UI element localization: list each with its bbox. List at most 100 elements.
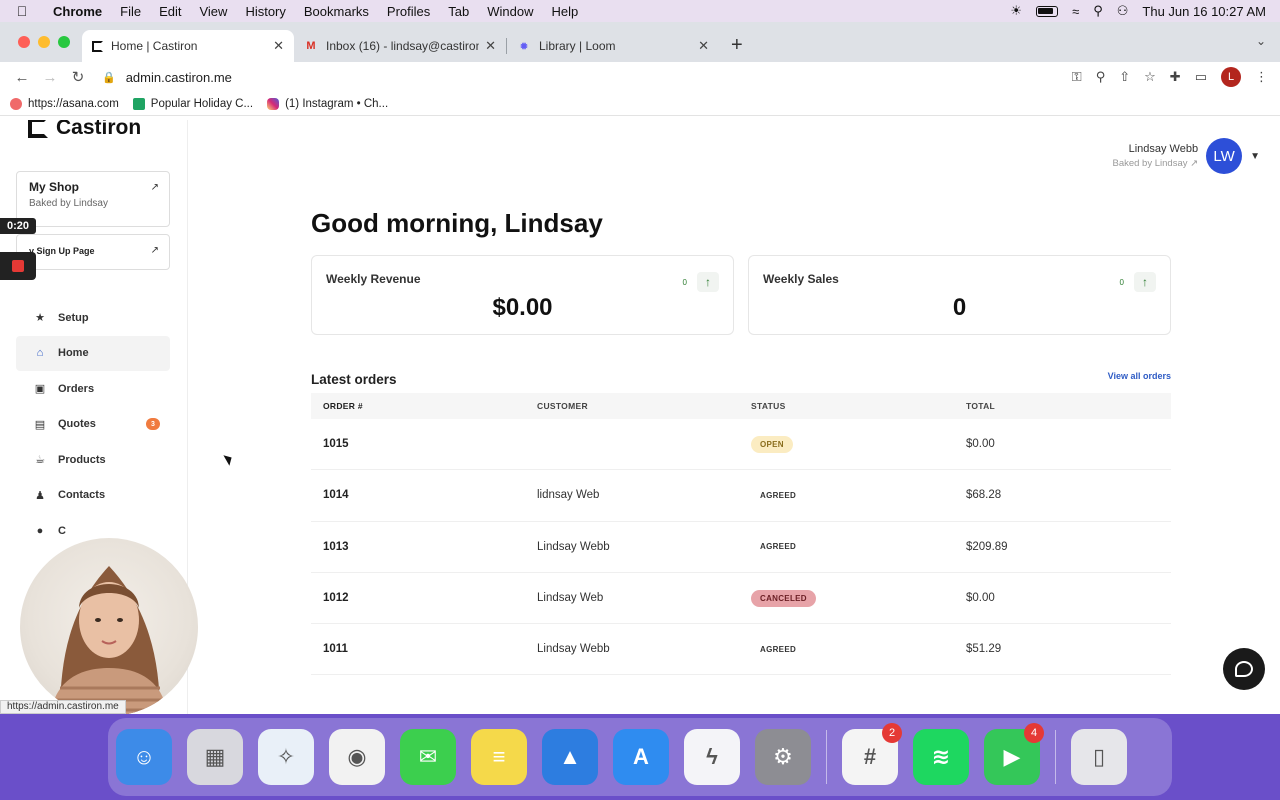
menu-tab[interactable]: Tab bbox=[439, 4, 478, 19]
view-all-orders-link[interactable]: View all orders bbox=[1108, 371, 1171, 381]
app-store-icon[interactable]: A bbox=[613, 729, 669, 785]
forward-button[interactable]: → bbox=[36, 69, 64, 86]
close-tab-icon[interactable]: ✕ bbox=[485, 38, 496, 54]
sidebar-item-setup[interactable]: ★ Setup bbox=[16, 300, 170, 336]
arrow-up-icon: ↑ bbox=[697, 272, 719, 292]
control-center-icon[interactable]: ⚇ bbox=[1117, 3, 1129, 19]
bookmark-holiday[interactable]: Popular Holiday C... bbox=[132, 97, 254, 110]
table-row[interactable]: 1012 Lindsay Web CANCELED $0.00 bbox=[311, 573, 1171, 625]
browser-tab-castiron[interactable]: Home | Castiron ✕ bbox=[82, 30, 294, 62]
external-link-icon: ↗ bbox=[150, 245, 159, 256]
brand-logo[interactable]: Castiron bbox=[28, 120, 141, 140]
slack-icon[interactable]: #2 bbox=[842, 723, 902, 785]
stop-icon bbox=[12, 260, 24, 272]
menu-edit[interactable]: Edit bbox=[150, 4, 190, 19]
column-header-order[interactable]: ORDER # bbox=[311, 401, 526, 411]
support-chat-button[interactable] bbox=[1223, 648, 1265, 690]
page-title: Good morning, Lindsay bbox=[311, 208, 603, 238]
zoom-icon[interactable]: ⚲ bbox=[1096, 69, 1106, 85]
profile-avatar[interactable]: L bbox=[1221, 67, 1241, 87]
sidebar-item-quotes[interactable]: ▤ Quotes 3 bbox=[16, 407, 170, 443]
web-page: Castiron My Shop Baked by Lindsay ↗ y Si… bbox=[0, 120, 1280, 714]
side-panel-icon[interactable]: ▭ bbox=[1195, 69, 1207, 85]
extensions-icon[interactable]: ✚ bbox=[1170, 69, 1181, 85]
column-header-status[interactable]: STATUS bbox=[741, 401, 956, 411]
stop-recording-button[interactable] bbox=[0, 252, 36, 280]
notification-badge: 4 bbox=[1024, 723, 1044, 743]
my-shop-card[interactable]: My Shop Baked by Lindsay ↗ bbox=[16, 171, 170, 227]
user-menu[interactable]: Lindsay Webb Baked by Lindsay ↗ LW ▼ bbox=[1112, 138, 1260, 174]
share-icon[interactable]: ⇧ bbox=[1119, 69, 1130, 85]
keynote-icon[interactable]: ▲ bbox=[542, 729, 598, 785]
signup-page-label: y Sign Up Page bbox=[29, 246, 95, 256]
menu-window[interactable]: Window bbox=[478, 4, 542, 19]
new-tab-button[interactable]: + bbox=[719, 30, 755, 62]
minimize-window-button[interactable] bbox=[38, 36, 50, 48]
zoom-window-button[interactable] bbox=[58, 36, 70, 48]
close-window-button[interactable] bbox=[18, 36, 30, 48]
column-header-customer[interactable]: CUSTOMER bbox=[526, 401, 741, 411]
chrome-icon[interactable]: ◉ bbox=[329, 729, 385, 785]
castiron-icon bbox=[92, 40, 103, 52]
password-key-icon[interactable]: ⚿ bbox=[1072, 69, 1082, 85]
sidebar-item-products[interactable]: ☕ Products bbox=[16, 442, 170, 478]
apple-menu-icon[interactable]:  bbox=[0, 3, 44, 19]
reload-button[interactable]: ↻ bbox=[64, 68, 92, 86]
notes-icon[interactable]: ≡ bbox=[471, 729, 527, 785]
menu-history[interactable]: History bbox=[236, 4, 294, 19]
safari-icon[interactable]: ✧ bbox=[258, 729, 314, 785]
signup-page-card[interactable]: y Sign Up Page ↗ bbox=[16, 234, 170, 270]
spotlight-search-icon[interactable]: ⚲ bbox=[1093, 3, 1103, 19]
chevron-down-icon[interactable]: ▼ bbox=[1250, 151, 1260, 162]
column-header-total[interactable]: TOTAL bbox=[956, 401, 1171, 411]
back-button[interactable]: ← bbox=[8, 69, 36, 86]
finder-icon[interactable]: ☺ bbox=[116, 729, 172, 785]
table-row[interactable]: 1013 Lindsay Webb AGREED $209.89 bbox=[311, 522, 1171, 573]
trash-icon[interactable]: ▯ bbox=[1071, 729, 1127, 785]
chrome-menu-icon[interactable]: ⋮ bbox=[1255, 69, 1268, 85]
menu-file[interactable]: File bbox=[111, 4, 150, 19]
sidebar-item-orders[interactable]: ▣ Orders bbox=[16, 371, 170, 407]
tab-search-chevron-icon[interactable]: ⌄ bbox=[1256, 34, 1266, 48]
launchpad-icon[interactable]: ▦ bbox=[187, 729, 243, 785]
sidebar-item-label: Products bbox=[58, 453, 106, 466]
menu-help[interactable]: Help bbox=[543, 4, 588, 19]
menu-clock[interactable]: Thu Jun 16 10:27 AM bbox=[1142, 4, 1266, 19]
bookmark-asana[interactable]: https://asana.com bbox=[10, 97, 119, 110]
browser-tab-gmail[interactable]: M Inbox (16) - lindsay@castiron.me ✕ bbox=[294, 30, 506, 62]
menu-app-name[interactable]: Chrome bbox=[44, 4, 111, 19]
webcam-bubble[interactable] bbox=[20, 538, 198, 714]
battery-icon[interactable] bbox=[1036, 5, 1059, 17]
orders-table: ORDER # CUSTOMER STATUS TOTAL 1015 OPEN $0… bbox=[311, 393, 1171, 676]
spotify-icon[interactable]: ≋ bbox=[913, 729, 969, 785]
avatar[interactable]: LW bbox=[1206, 138, 1243, 174]
brightness-icon[interactable]: ☀ bbox=[1010, 3, 1022, 19]
table-row[interactable]: 1015 OPEN $0.00 bbox=[311, 419, 1171, 471]
bookmark-instagram[interactable]: (1) Instagram • Ch... bbox=[267, 97, 388, 110]
lock-icon[interactable]: 🔒 bbox=[102, 71, 116, 84]
bookmark-label: Popular Holiday C... bbox=[150, 97, 254, 110]
sidebar-item-label: C bbox=[58, 524, 66, 537]
messages-icon[interactable]: ✉ bbox=[400, 729, 456, 785]
sheets-icon bbox=[132, 97, 145, 110]
close-tab-icon[interactable]: ✕ bbox=[273, 38, 284, 54]
sidebar-item-contacts[interactable]: ♟ Contacts bbox=[16, 478, 170, 514]
menu-profiles[interactable]: Profiles bbox=[378, 4, 439, 19]
sidebar-item-home[interactable]: ⌂ Home bbox=[16, 335, 170, 371]
bookmarks-bar: https://asana.com Popular Holiday C... (… bbox=[0, 92, 1280, 116]
table-row[interactable]: 1014 lidnsay Web AGREED $68.28 bbox=[311, 470, 1171, 522]
system-preferences-icon[interactable]: ⚙ bbox=[755, 729, 811, 785]
bookmark-star-icon[interactable]: ☆ bbox=[1144, 69, 1156, 85]
wifi-icon[interactable]: ≈ bbox=[1072, 4, 1079, 19]
browser-tab-loom[interactable]: ✹ Library | Loom ✕ bbox=[507, 30, 719, 62]
user-shop-link[interactable]: Baked by Lindsay ↗ bbox=[1112, 158, 1198, 169]
asana-icon bbox=[10, 97, 22, 110]
menu-bookmarks[interactable]: Bookmarks bbox=[295, 4, 378, 19]
facetime-icon[interactable]: ▶ 4 bbox=[984, 723, 1044, 785]
status-badge: AGREED bbox=[760, 490, 797, 500]
close-tab-icon[interactable]: ✕ bbox=[698, 38, 709, 54]
menu-view[interactable]: View bbox=[190, 4, 236, 19]
address-bar[interactable]: 🔒 admin.castiron.me bbox=[92, 63, 1072, 91]
table-row[interactable]: 1011 Lindsay Webb AGREED $51.29 bbox=[311, 624, 1171, 676]
messenger-icon[interactable]: ϟ bbox=[684, 729, 740, 785]
